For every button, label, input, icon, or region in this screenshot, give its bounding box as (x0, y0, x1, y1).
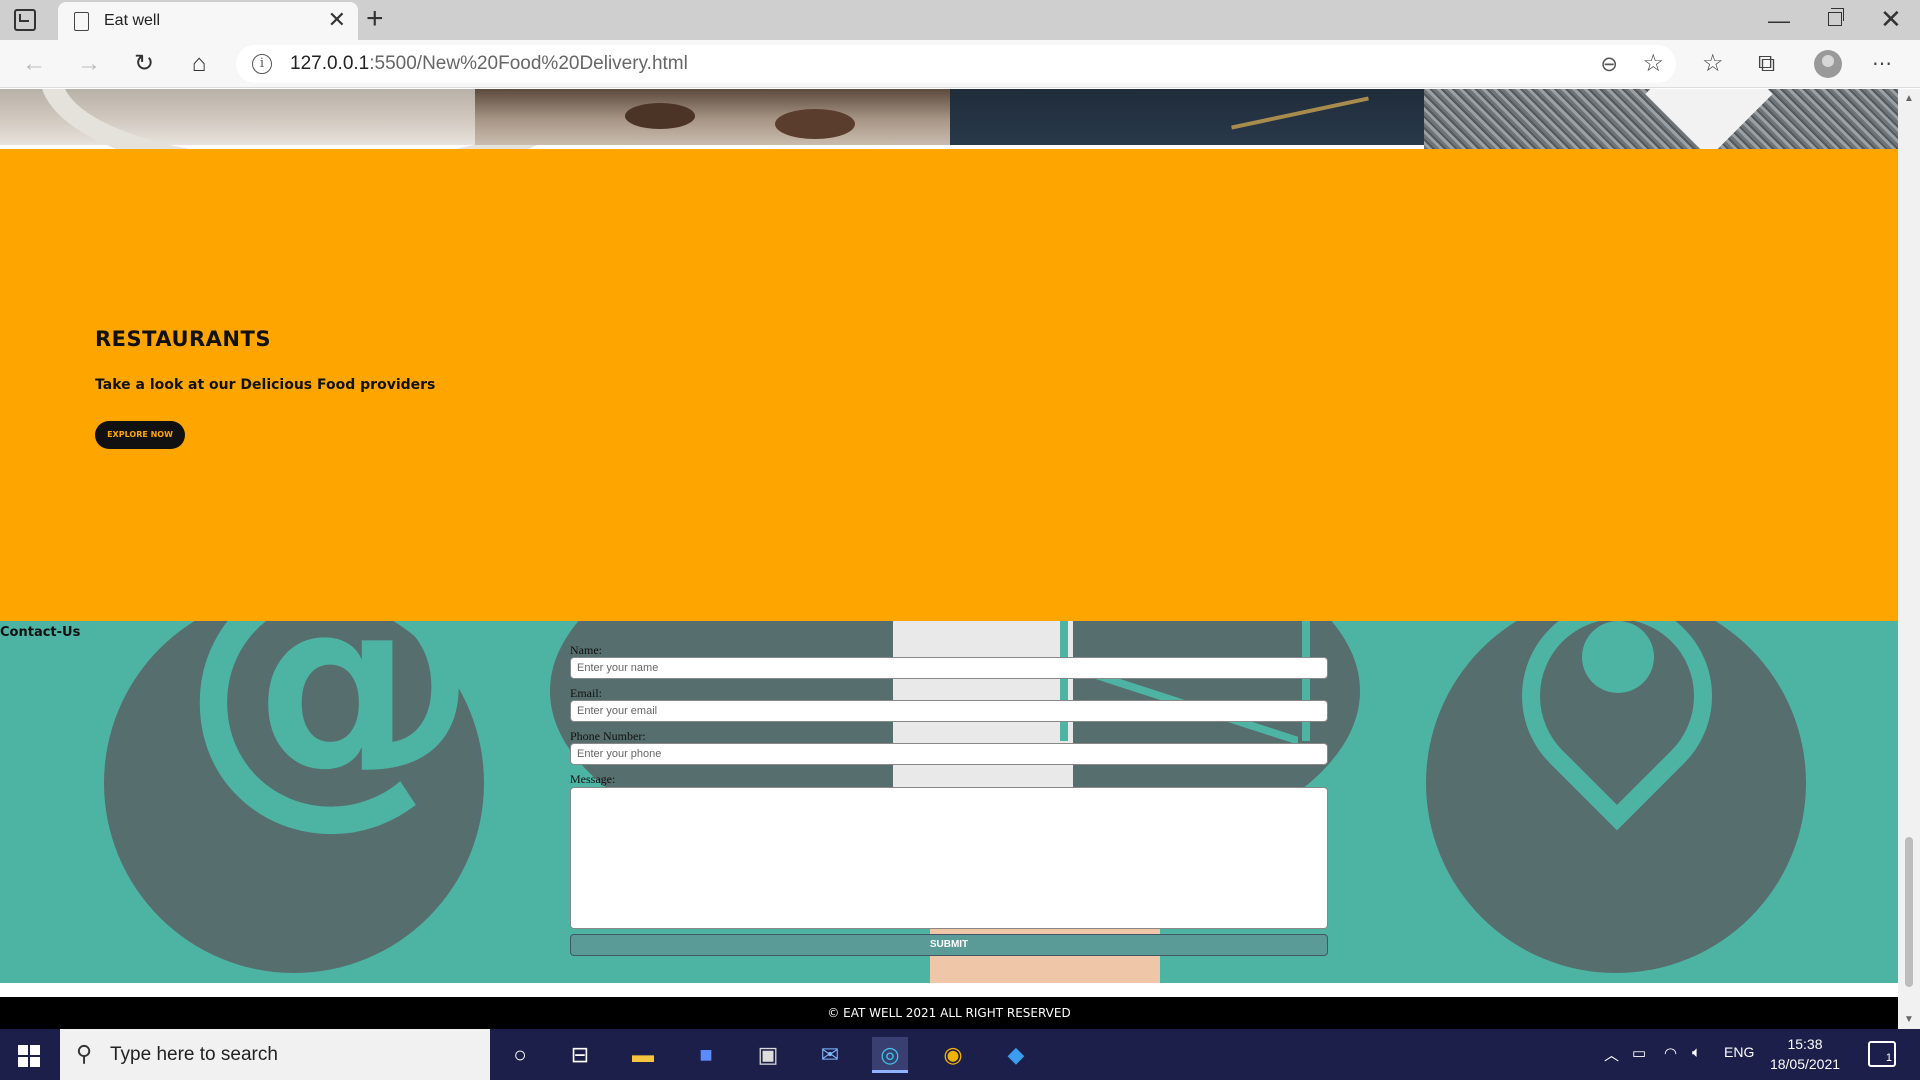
mail-icon[interactable]: ✉ (812, 1037, 848, 1073)
window-close-button[interactable]: ✕ (1880, 4, 1902, 35)
clock-time: 15:38 (1787, 1036, 1823, 1052)
scroll-down-arrow-icon[interactable]: ▼ (1904, 1014, 1914, 1025)
cortana-icon[interactable]: ○ (502, 1037, 538, 1073)
restore-button[interactable] (1828, 8, 1844, 26)
section-divider (0, 983, 1898, 997)
taskbar-search-box[interactable]: ⚲ Type here to search (60, 1029, 490, 1080)
gallery-image (950, 89, 1424, 145)
chrome-icon[interactable]: ◉ (935, 1037, 971, 1073)
battery-icon[interactable]: ▭ (1632, 1044, 1646, 1062)
contact-form: Name: Enter your name Email: Enter your … (570, 643, 1328, 956)
notification-center-icon[interactable]: 1 (1868, 1041, 1896, 1067)
tab-title: Eat well (104, 12, 161, 29)
new-tab-button[interactable]: + (366, 2, 384, 36)
tab-close-icon[interactable]: ✕ (328, 9, 346, 31)
address-bar[interactable]: i 127.0.0.1:5500/New%20Food%20Delivery.h… (236, 45, 1676, 83)
browser-toolbar: ← → ↻ ⌂ i 127.0.0.1:5500/New%20Food%20De… (0, 40, 1920, 88)
page-scrollbar[interactable]: ▲ ▼ (1898, 89, 1920, 1029)
refresh-icon[interactable]: ↻ (128, 48, 160, 80)
restaurants-section: RESTAURANTS Take a look at our Delicious… (0, 149, 1898, 621)
collections-icon[interactable]: ⧉ (1758, 48, 1775, 80)
search-icon: ⚲ (76, 1041, 93, 1066)
message-textarea[interactable] (570, 787, 1328, 929)
gallery-image (0, 89, 604, 183)
edge-icon[interactable]: ◎ (872, 1037, 908, 1073)
tab-eat-well[interactable]: Eat well ✕ (58, 2, 358, 40)
name-field[interactable]: Enter your name (570, 657, 1328, 679)
phone-field[interactable]: Enter your phone (570, 743, 1328, 765)
url-text[interactable]: 127.0.0.1:5500/New%20Food%20Delivery.htm… (290, 53, 688, 75)
back-arrow-icon[interactable]: ← (18, 48, 50, 80)
show-hidden-icons[interactable]: ︿ (1604, 1044, 1619, 1065)
gallery-image (1424, 89, 1898, 149)
page-viewport: RESTAURANTS Take a look at our Delicious… (0, 89, 1898, 1029)
name-label: Name: (570, 643, 602, 657)
food-gallery (0, 89, 1898, 183)
restaurants-subtitle: Take a look at our Delicious Food provid… (95, 377, 436, 393)
clock-date: 18/05/2021 (1769, 1056, 1841, 1072)
taskbar-clock[interactable]: 15:38 18/05/2021 (1760, 1034, 1850, 1074)
windows-start-icon[interactable] (18, 1045, 40, 1067)
phone-label: Phone Number: (570, 729, 646, 743)
page-icon (74, 12, 89, 31)
contact-us-heading: Contact-Us (0, 625, 81, 640)
windows-taskbar: ⚲ Type here to search ○ ⊟ ▬ ■ ▣ ✉ ◎ ◉ ◆ … (0, 1029, 1920, 1080)
more-menu-icon[interactable]: ⋯ (1872, 48, 1892, 80)
url-host: 127.0.0.1 (290, 53, 370, 74)
at-sign-icon: @ (180, 621, 480, 853)
minimize-button[interactable]: — (1768, 8, 1790, 34)
forward-arrow-icon[interactable]: → (73, 48, 105, 80)
volume-icon[interactable]: 🔈︎ (1692, 1044, 1701, 1061)
add-favorite-icon[interactable]: ☆ (1642, 49, 1664, 78)
explore-now-button[interactable]: EXPLORE NOW (95, 421, 185, 449)
tab-actions-icon[interactable] (14, 9, 36, 31)
home-icon[interactable]: ⌂ (183, 48, 215, 80)
footer: © EAT WELL 2021 ALL RIGHT RESERVED (0, 997, 1898, 1029)
url-path: :5500/New%20Food%20Delivery.html (369, 53, 688, 74)
scrollbar-thumb[interactable] (1905, 837, 1913, 987)
browser-title-bar: Eat well ✕ + — ✕ (0, 0, 1920, 40)
favorites-icon[interactable]: ☆ (1702, 48, 1724, 80)
gallery-image (475, 89, 950, 145)
location-pin-dot (1582, 621, 1654, 693)
zoom-app-icon[interactable]: ■ (688, 1037, 724, 1073)
message-label: Message: (570, 772, 616, 786)
copyright-text: © EAT WELL 2021 ALL RIGHT RESERVED (827, 1006, 1071, 1020)
email-field[interactable]: Enter your email (570, 700, 1328, 722)
site-info-icon[interactable]: i (252, 54, 272, 74)
submit-button[interactable]: SUBMIT (570, 934, 1328, 956)
file-explorer-icon[interactable]: ▬ (625, 1037, 661, 1073)
profile-avatar[interactable] (1814, 50, 1842, 78)
email-label: Email: (570, 686, 602, 700)
restaurants-title: RESTAURANTS (95, 327, 271, 351)
vscode-icon[interactable]: ◆ (998, 1037, 1034, 1073)
zoom-icon[interactable]: ⊖ (1600, 52, 1618, 77)
task-view-icon[interactable]: ⊟ (562, 1037, 598, 1073)
contact-section: @ Contact-Us Name: Enter your name Email… (0, 621, 1898, 983)
language-indicator[interactable]: ENG (1724, 1044, 1754, 1060)
store-icon[interactable]: ▣ (750, 1037, 786, 1073)
wifi-icon[interactable]: ◠ (1664, 1044, 1677, 1062)
scroll-up-arrow-icon[interactable]: ▲ (1904, 93, 1914, 104)
search-placeholder: Type here to search (110, 1044, 278, 1065)
